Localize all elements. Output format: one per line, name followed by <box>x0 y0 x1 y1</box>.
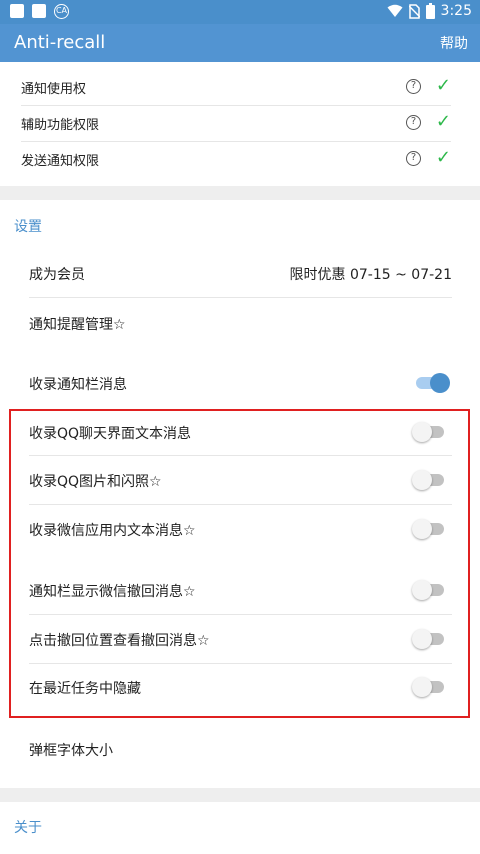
help-question-icon[interactable]: ? <box>406 79 421 94</box>
notification-square-icon <box>32 4 46 18</box>
help-question-icon[interactable]: ? <box>406 115 421 130</box>
notification-square-icon <box>10 4 24 18</box>
setting-record-notification-bar[interactable]: 收录通知栏消息 <box>29 360 452 406</box>
check-icon: ✓ <box>435 111 451 132</box>
permissions-card: 通知使用权 ? ✓ 辅助功能权限 ? ✓ 发送通知权限 ? ✓ <box>1 62 477 186</box>
status-icons-left: CA <box>10 4 69 19</box>
check-icon: ✓ <box>435 75 451 96</box>
setting-label: 成为会员 <box>29 267 85 283</box>
check-icon: ✓ <box>435 147 451 168</box>
wifi-icon <box>387 4 403 17</box>
section-divider <box>0 788 480 802</box>
status-bar: CA 3:25 <box>0 0 480 24</box>
permission-label: 通知使用权 <box>21 82 87 97</box>
help-question-icon[interactable]: ? <box>406 151 421 166</box>
battery-icon <box>425 3 435 19</box>
permission-row-post-notification[interactable]: 发送通知权限 ? ✓ <box>21 141 451 177</box>
app-notification-icon: CA <box>54 4 69 19</box>
section-divider <box>0 186 480 200</box>
status-icons-right: 3:25 <box>387 3 472 19</box>
setting-label: 通知提醒管理☆ <box>29 317 126 333</box>
permission-row-notification-access[interactable]: 通知使用权 ? ✓ <box>21 69 451 106</box>
permission-label: 发送通知权限 <box>21 154 100 169</box>
permission-label: 辅助功能权限 <box>21 118 100 133</box>
highlight-box <box>9 409 470 718</box>
toggle-switch-on[interactable] <box>416 373 450 393</box>
settings-section-header: 设置 <box>14 219 42 235</box>
app-title: Anti-recall <box>14 32 106 53</box>
permission-row-accessibility[interactable]: 辅助功能权限 ? ✓ <box>21 105 451 142</box>
clock: 3:25 <box>440 3 472 19</box>
about-section-header[interactable]: 关于 <box>14 817 42 837</box>
setting-membership[interactable]: 成为会员 限时优惠 07-15 ~ 07-21 <box>29 248 452 298</box>
help-button[interactable]: 帮助 <box>440 33 468 53</box>
no-sim-icon <box>408 3 420 19</box>
setting-label: 收录通知栏消息 <box>29 377 127 393</box>
setting-dialog-font-size[interactable]: 弹框字体大小 <box>29 724 452 774</box>
membership-promo-value: 限时优惠 07-15 ~ 07-21 <box>289 267 452 283</box>
app-bar: Anti-recall 帮助 <box>0 24 480 62</box>
setting-label: 弹框字体大小 <box>29 743 113 759</box>
setting-notification-manage[interactable]: 通知提醒管理☆ <box>29 298 452 348</box>
toggle-knob <box>430 373 450 393</box>
